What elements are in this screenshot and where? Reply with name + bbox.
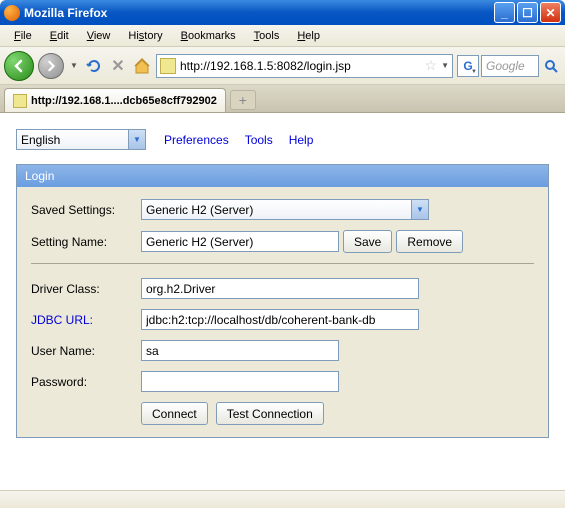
user-name-label: User Name: — [31, 344, 141, 358]
window-close-button[interactable]: ✕ — [540, 2, 561, 23]
url-text[interactable]: http://192.168.1.5:8082/login.jsp — [180, 59, 421, 73]
arrow-right-icon — [45, 60, 57, 72]
connect-button[interactable]: Connect — [141, 402, 208, 425]
tab-favicon — [13, 94, 27, 108]
tab-title: http://192.168.1....dcb65e8cff792902 — [31, 95, 217, 107]
menu-view[interactable]: View — [79, 28, 119, 44]
back-button[interactable] — [4, 51, 34, 81]
home-icon — [133, 57, 151, 75]
language-select[interactable]: English ▼ — [16, 129, 146, 150]
bookmark-star-icon[interactable]: ☆ — [425, 57, 438, 74]
search-go-button[interactable] — [541, 56, 561, 76]
home-button[interactable] — [132, 56, 152, 76]
setting-name-label: Setting Name: — [31, 235, 141, 249]
save-button[interactable]: Save — [343, 230, 392, 253]
chevron-down-icon: ▼ — [128, 130, 145, 149]
test-connection-button[interactable]: Test Connection — [216, 402, 324, 425]
menu-bar: File Edit View History Bookmarks Tools H… — [0, 25, 565, 47]
menu-bookmarks[interactable]: Bookmarks — [173, 28, 244, 44]
preferences-link[interactable]: Preferences — [164, 133, 229, 147]
divider — [31, 263, 534, 264]
menu-help[interactable]: Help — [289, 28, 328, 44]
search-engine-button[interactable]: G ▼ — [457, 55, 479, 77]
saved-settings-label: Saved Settings: — [31, 203, 141, 217]
menu-file[interactable]: File — [6, 28, 40, 44]
arrow-left-icon — [12, 59, 26, 73]
forward-button[interactable] — [38, 53, 64, 79]
reload-button[interactable] — [84, 56, 104, 76]
page-content: English ▼ Preferences Tools Help Login S… — [0, 113, 565, 490]
tab-active[interactable]: http://192.168.1....dcb65e8cff792902 — [4, 88, 226, 112]
menu-history[interactable]: History — [120, 28, 170, 44]
chevron-down-icon: ▼ — [471, 69, 477, 75]
menu-edit[interactable]: Edit — [42, 28, 77, 44]
saved-settings-value: Generic H2 (Server) — [146, 203, 253, 217]
panel-title: Login — [17, 165, 548, 187]
help-link[interactable]: Help — [289, 133, 314, 147]
new-tab-button[interactable]: + — [230, 90, 256, 110]
driver-class-input[interactable] — [141, 278, 419, 299]
tools-link[interactable]: Tools — [245, 133, 273, 147]
window-titlebar: Mozilla Firefox _ ☐ ✕ — [0, 0, 565, 25]
remove-button[interactable]: Remove — [396, 230, 463, 253]
user-name-input[interactable] — [141, 340, 339, 361]
chevron-down-icon: ▼ — [411, 200, 428, 219]
saved-settings-select[interactable]: Generic H2 (Server) ▼ — [141, 199, 429, 220]
jdbc-url-input[interactable] — [141, 309, 419, 330]
navigation-toolbar: ▼ ✕ http://192.168.1.5:8082/login.jsp ☆ … — [0, 47, 565, 85]
login-panel: Login Saved Settings: Generic H2 (Server… — [16, 164, 549, 438]
jdbc-url-label[interactable]: JDBC URL: — [31, 313, 141, 327]
search-input[interactable]: Google — [481, 55, 539, 77]
window-title: Mozilla Firefox — [24, 6, 494, 20]
firefox-icon — [4, 5, 20, 21]
status-bar — [0, 490, 565, 508]
page-favicon — [160, 58, 176, 74]
menu-tools[interactable]: Tools — [246, 28, 288, 44]
tab-bar: http://192.168.1....dcb65e8cff792902 + — [0, 85, 565, 113]
password-input[interactable] — [141, 371, 339, 392]
password-label: Password: — [31, 375, 141, 389]
setting-name-input[interactable] — [141, 231, 339, 252]
reload-icon — [86, 58, 102, 74]
url-dropdown-icon[interactable]: ▼ — [441, 61, 449, 70]
window-minimize-button[interactable]: _ — [494, 2, 515, 23]
nav-history-dropdown[interactable]: ▼ — [68, 51, 80, 81]
stop-button: ✕ — [108, 56, 128, 76]
magnifier-icon — [544, 59, 558, 73]
window-maximize-button[interactable]: ☐ — [517, 2, 538, 23]
url-bar[interactable]: http://192.168.1.5:8082/login.jsp ☆ ▼ — [156, 54, 453, 78]
language-value: English — [21, 133, 60, 147]
driver-class-label: Driver Class: — [31, 282, 141, 296]
